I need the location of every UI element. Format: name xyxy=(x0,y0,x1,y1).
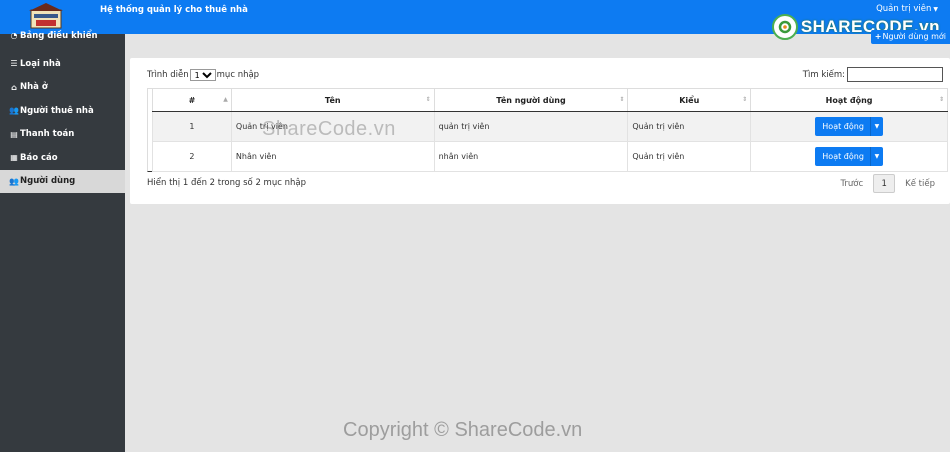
pagination-prev[interactable]: Trước xyxy=(840,179,863,189)
table-info: Hiển thị 1 đến 2 trong số 2 mục nhập xyxy=(147,178,306,188)
sidebar: ◔ Bảng điều khiển ☰ Loại nhà ⌂ Nhà ở 👥 Người… xyxy=(0,31,125,452)
cell-type: Quản trị viên xyxy=(627,111,752,142)
sidebar-item-label: Người dùng xyxy=(20,176,76,187)
column-header-type[interactable]: Kiểu ⇕ xyxy=(627,88,752,112)
cell-number: 1 xyxy=(152,111,232,142)
entries-length-select[interactable]: 10 xyxy=(189,69,216,81)
column-header-name[interactable]: Tên ⇕ xyxy=(230,88,435,112)
action-dropdown-button[interactable]: Hoạt động ▼ xyxy=(815,147,883,166)
cell-username: quản trị viên xyxy=(433,111,629,142)
entries-length-control: Trình diễn 10 mục nhập xyxy=(147,69,259,81)
sort-icon: ⇕ xyxy=(742,96,748,103)
add-user-label: Người dùng mới xyxy=(882,32,946,41)
table-icon: ☰ xyxy=(10,59,18,69)
pagination-page-1[interactable]: 1 xyxy=(873,174,896,193)
column-header-action[interactable]: Hoạt động ⇕ xyxy=(750,88,948,112)
cell-number: 2 xyxy=(152,141,232,172)
action-dropdown-button[interactable]: Hoạt động ▼ xyxy=(815,117,883,136)
report-icon: ▦ xyxy=(10,153,18,163)
sidebar-item-reports[interactable]: ▦ Báo cáo xyxy=(0,146,125,170)
sort-icon: ⇕ xyxy=(619,96,625,103)
app-logo xyxy=(29,3,63,29)
action-label: Hoạt động xyxy=(822,122,864,131)
sort-icon: ⇕ xyxy=(425,96,431,103)
pagination: Trước 1 Kế tiếp xyxy=(840,174,935,193)
cell-name: Nhân viên xyxy=(230,141,435,172)
pagination-next[interactable]: Kế tiếp xyxy=(905,179,935,189)
users-table-card: Trình diễn 10 mục nhập Tìm kiếm: # ▲ Tên ⇕… xyxy=(130,58,950,204)
watermark-copyright: Copyright © ShareCode.vn xyxy=(343,419,583,441)
sidebar-item-label: Thanh toán xyxy=(20,129,75,140)
entries-suffix: mục nhập xyxy=(216,70,260,80)
sidebar-item-label: Bảng điều khiển xyxy=(20,31,98,41)
caret-down-icon[interactable]: ▼ xyxy=(869,117,883,136)
sharecode-badge-icon xyxy=(771,14,798,40)
search-label: Tìm kiếm: xyxy=(802,69,845,80)
sidebar-item-houses[interactable]: ⌂ Nhà ở xyxy=(0,76,125,100)
caret-down-icon[interactable]: ▼ xyxy=(869,147,883,166)
sidebar-item-users[interactable]: 👥 Người dùng xyxy=(0,169,125,193)
sidebar-item-tenants[interactable]: 👥 Người thuê nhà xyxy=(0,99,125,123)
watermark-center: ShareCode.vn xyxy=(262,118,396,140)
users-icon: 👥 xyxy=(9,106,19,116)
receipt-icon: ▤ xyxy=(10,129,18,139)
home-icon: ⌂ xyxy=(11,82,17,92)
sort-asc-icon: ▲ xyxy=(223,96,228,103)
users-icon: 👥 xyxy=(9,176,19,186)
column-header-number[interactable]: # ▲ xyxy=(152,88,232,112)
sidebar-item-label: Người thuê nhà xyxy=(20,105,94,116)
cell-type: Quản trị viên xyxy=(627,141,752,172)
sort-icon: ⇕ xyxy=(938,96,944,103)
sidebar-item-label: Nhà ở xyxy=(20,82,48,93)
search-input[interactable] xyxy=(847,67,943,82)
cell-username: nhân viên xyxy=(433,141,629,172)
cell-action: Hoạt động ▼ xyxy=(750,141,948,172)
entries-prefix: Trình diễn xyxy=(147,70,189,80)
dashboard-icon: ◔ xyxy=(10,31,18,40)
sidebar-item-payments[interactable]: ▤ Thanh toán xyxy=(0,123,125,147)
sidebar-item-house-types[interactable]: ☰ Loại nhà xyxy=(0,52,125,76)
column-header-username[interactable]: Tên người dùng ⇕ xyxy=(433,88,629,112)
cell-action: Hoạt động ▼ xyxy=(750,111,948,142)
table-search-control: Tìm kiếm: xyxy=(803,67,943,82)
app-title: Hệ thống quản lý cho thuê nhà xyxy=(100,5,248,15)
sidebar-item-label: Loại nhà xyxy=(20,58,61,69)
table-row: 2 Nhân viên nhân viên Quản trị viên Hoạt… xyxy=(152,141,948,172)
add-user-button[interactable]: +Người dùng mới xyxy=(870,30,950,44)
sidebar-item-label: Báo cáo xyxy=(20,152,58,163)
plus-icon: + xyxy=(874,32,882,41)
action-label: Hoạt động xyxy=(822,152,864,161)
